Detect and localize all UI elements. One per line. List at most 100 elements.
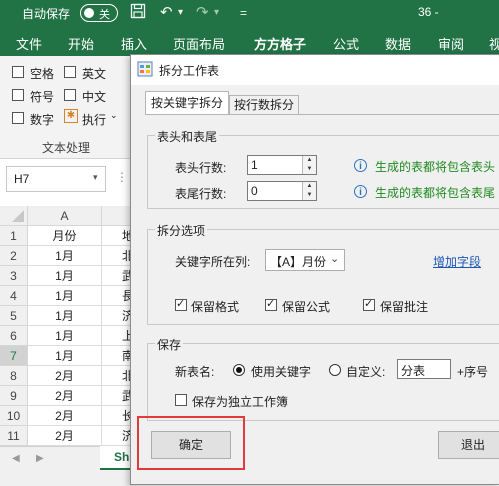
- execute-button[interactable]: 执行: [82, 111, 106, 128]
- cell-a10[interactable]: 2月: [28, 406, 102, 426]
- cell-b2[interactable]: 北: [102, 246, 132, 266]
- row-header[interactable]: 10: [0, 406, 28, 426]
- tab-formulas[interactable]: 公式: [333, 34, 359, 53]
- redo-icon[interactable]: ↷: [196, 3, 209, 21]
- checkbox-number[interactable]: [12, 112, 24, 124]
- tab-split-by-rows[interactable]: 按行数拆分: [229, 95, 299, 115]
- name-box-value: H7: [14, 172, 30, 186]
- chevron-down-icon: ⌄: [330, 253, 340, 265]
- row-header[interactable]: 8: [0, 366, 28, 386]
- split-worksheet-dialog: 拆分工作表 按关键字拆分 按行数拆分 表头和表尾 表头行数: 1 ▲ ▼ i 生…: [130, 54, 499, 485]
- column-header-b[interactable]: [102, 206, 132, 226]
- cell-b1[interactable]: 地: [102, 226, 132, 246]
- custom-name-radio[interactable]: [329, 364, 341, 376]
- checkbox-number-label: 数字: [30, 113, 55, 127]
- row-header[interactable]: 5: [0, 306, 28, 326]
- row-header[interactable]: 11: [0, 426, 28, 446]
- info-icon: i: [354, 185, 367, 198]
- row-header[interactable]: 4: [0, 286, 28, 306]
- cell-b7[interactable]: 南: [102, 346, 132, 366]
- cell-a11[interactable]: 2月: [28, 426, 102, 446]
- dialog-app-icon: [137, 61, 153, 77]
- execute-icon[interactable]: ✱: [64, 109, 78, 123]
- undo-icon[interactable]: ↶: [160, 3, 173, 21]
- tab-data[interactable]: 数据: [385, 34, 411, 53]
- cell-b11[interactable]: 济: [102, 426, 132, 446]
- column-header-a[interactable]: A: [28, 206, 102, 226]
- keep-formula-checkbox[interactable]: [265, 297, 277, 311]
- tab-home[interactable]: 开始: [68, 34, 94, 53]
- cell-a8[interactable]: 2月: [28, 366, 102, 386]
- add-field-link[interactable]: 增加字段: [433, 253, 481, 270]
- dialog-title-bar[interactable]: 拆分工作表: [131, 55, 499, 85]
- cell-b10[interactable]: 长: [102, 406, 132, 426]
- checkbox-symbol[interactable]: [12, 89, 24, 101]
- keyword-column-select[interactable]: 【A】月份 ⌄: [265, 249, 345, 271]
- autosave-state: 关: [99, 9, 110, 21]
- autosave-toggle[interactable]: 关: [80, 4, 118, 22]
- cell-a2[interactable]: 1月: [28, 246, 102, 266]
- cell-a3[interactable]: 1月: [28, 266, 102, 286]
- row-header[interactable]: 3: [0, 266, 28, 286]
- checkbox-space[interactable]: [12, 66, 24, 78]
- cell-a1[interactable]: 月份: [28, 226, 102, 246]
- cell-b6[interactable]: 上: [102, 326, 132, 346]
- keep-format-checkbox[interactable]: [175, 297, 187, 311]
- custom-name-label: 自定义:: [346, 365, 386, 379]
- tab-view[interactable]: 视: [489, 34, 499, 53]
- tab-fangfang[interactable]: 方方格子: [254, 34, 306, 53]
- use-keyword-radio[interactable]: [233, 364, 245, 376]
- cell-a9[interactable]: 2月: [28, 386, 102, 406]
- checkbox-english[interactable]: [64, 66, 76, 78]
- sheet-next-icon[interactable]: ▶: [36, 453, 44, 464]
- title-bar: 自动保存 关 ↶ ▾ ↷ ▾ = 36 -: [0, 0, 499, 26]
- cell-b4[interactable]: 長: [102, 286, 132, 306]
- keep-comment-checkbox[interactable]: [363, 297, 375, 311]
- group-header-footer-title: 表头和表尾: [155, 128, 220, 145]
- cell-b9[interactable]: 武: [102, 386, 132, 406]
- tab-review[interactable]: 审阅: [438, 34, 464, 53]
- cell-a6[interactable]: 1月: [28, 326, 102, 346]
- save-separate-checkbox[interactable]: [175, 394, 187, 406]
- name-box-dropdown-icon[interactable]: ▾: [93, 172, 98, 183]
- cell-b5[interactable]: 济: [102, 306, 132, 326]
- select-all-corner[interactable]: [0, 206, 28, 226]
- tab-split-by-keyword[interactable]: 按关键字拆分: [145, 91, 229, 115]
- tab-page-layout[interactable]: 页面布局: [173, 34, 225, 53]
- cell-b8[interactable]: 北: [102, 366, 132, 386]
- row-header-active[interactable]: 7: [0, 346, 28, 366]
- tab-file[interactable]: 文件: [16, 34, 42, 53]
- name-box[interactable]: H7 ▾: [6, 166, 106, 192]
- row-header[interactable]: 1: [0, 226, 28, 246]
- customize-qat-icon[interactable]: =: [240, 6, 247, 20]
- row-header[interactable]: 2: [0, 246, 28, 266]
- header-note: 生成的表都将包含表头: [375, 160, 496, 174]
- group-label-text-processing: 文本处理: [42, 141, 91, 155]
- tab-insert[interactable]: 插入: [121, 34, 147, 53]
- sheet-tab-label: Sh: [114, 450, 130, 464]
- cell-a7[interactable]: 1月: [28, 346, 102, 366]
- row-header[interactable]: 6: [0, 326, 28, 346]
- footer-rows-spinner[interactable]: 0 ▲ ▼: [247, 181, 317, 201]
- sheet-prev-icon[interactable]: ◀: [12, 453, 20, 464]
- cell-b3[interactable]: 武: [102, 266, 132, 286]
- checkbox-chinese-label: 中文: [82, 90, 107, 104]
- tab-split-by-keyword-label: 按关键字拆分: [150, 96, 223, 110]
- exit-button[interactable]: 退出: [438, 431, 499, 459]
- header-rows-spinner[interactable]: 1 ▲ ▼: [247, 155, 317, 175]
- undo-dropdown-icon[interactable]: ▾: [178, 7, 183, 18]
- footer-rows-value: 0: [251, 184, 258, 198]
- save-icon[interactable]: [130, 3, 146, 23]
- redo-dropdown-icon[interactable]: ▾: [214, 7, 219, 18]
- cell-a5[interactable]: 1月: [28, 306, 102, 326]
- cell-a4[interactable]: 1月: [28, 286, 102, 306]
- spinner-down-icon[interactable]: ▼: [302, 165, 316, 174]
- execute-dropdown-icon[interactable]: ⌄: [110, 110, 118, 121]
- row-header[interactable]: 9: [0, 386, 28, 406]
- custom-name-input[interactable]: 分表: [397, 359, 451, 379]
- spinner-down-icon[interactable]: ▼: [302, 191, 316, 200]
- spinner-up-icon[interactable]: ▲: [302, 182, 316, 191]
- spinner-up-icon[interactable]: ▲: [302, 156, 316, 165]
- header-rows-label: 表头行数:: [175, 161, 227, 175]
- checkbox-chinese[interactable]: [64, 89, 76, 101]
